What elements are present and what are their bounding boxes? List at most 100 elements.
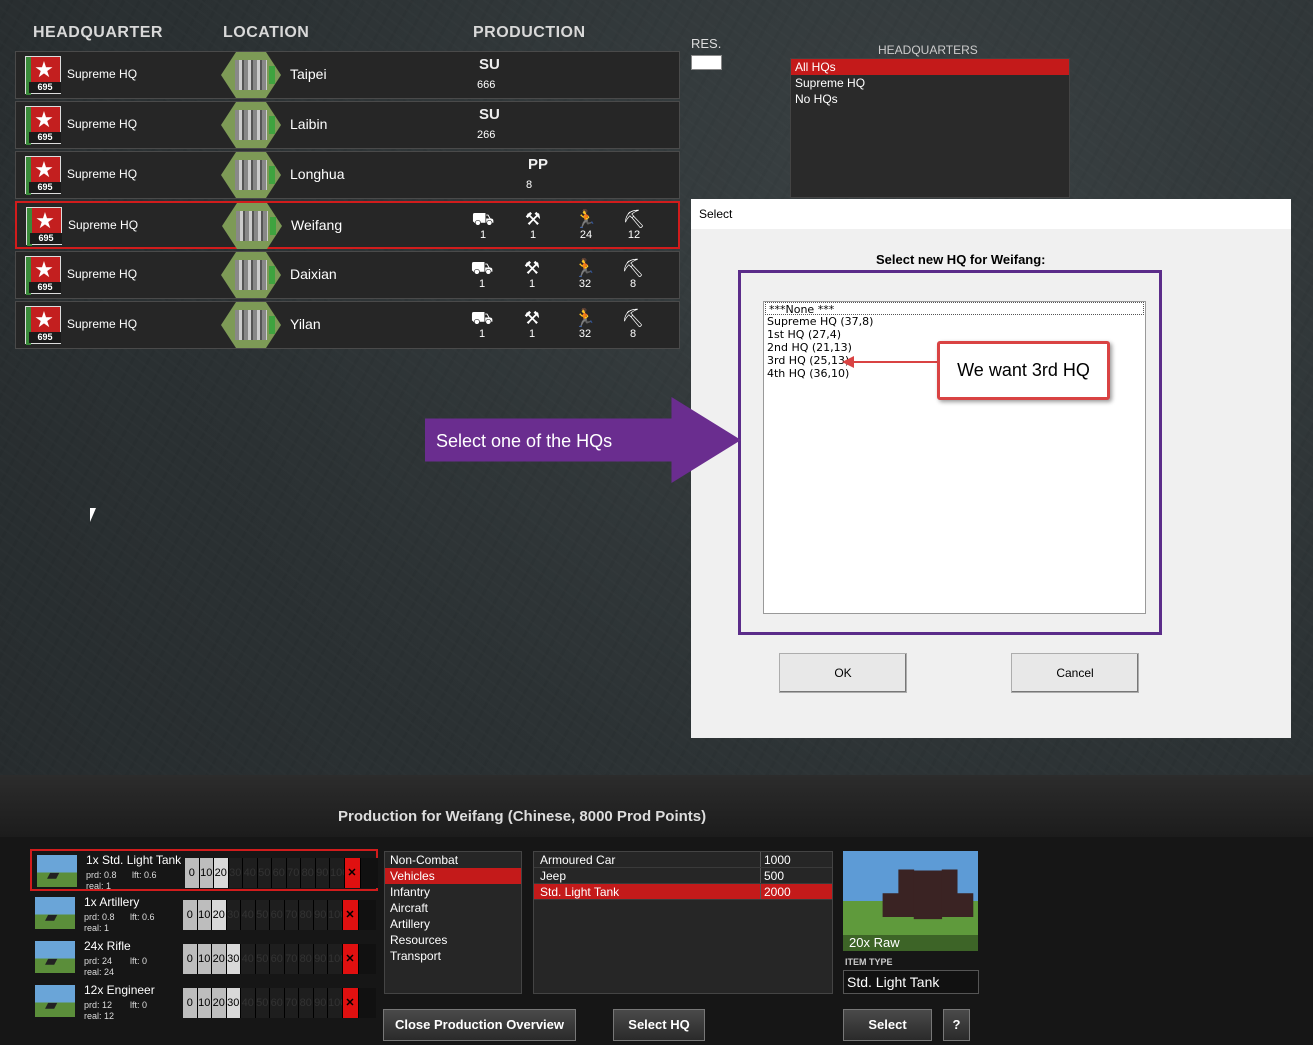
progress-cell[interactable]: 70 — [284, 900, 299, 930]
queue-row[interactable]: ▰ 1x Artillery prd: 0.8 lft: 0.6 real: 1… — [30, 893, 378, 935]
progress-cell[interactable]: 90 — [313, 900, 328, 930]
unit-count-value: 32 — [578, 278, 592, 290]
progress-cell[interactable]: 100 — [328, 944, 343, 974]
hq-name: Supreme HQ — [67, 167, 138, 181]
progress-cell[interactable]: 90 — [313, 944, 328, 974]
progress-cell[interactable]: 10 — [197, 900, 212, 930]
hq-name: Supreme HQ — [67, 317, 138, 331]
progress-cell[interactable]: 100 — [328, 988, 343, 1018]
progress-cell[interactable]: 80 — [299, 944, 314, 974]
progress-cell[interactable]: 100 — [330, 858, 345, 888]
progress-cell[interactable]: 40 — [241, 944, 256, 974]
progress-cell[interactable]: 70 — [284, 944, 299, 974]
progress-cell[interactable]: 80 — [299, 900, 314, 930]
progress-cell[interactable]: 90 — [313, 988, 328, 1018]
item-cost: 2000 — [764, 885, 791, 899]
res-toggle[interactable] — [691, 55, 722, 70]
remove-icon[interactable]: ✕ — [344, 858, 361, 888]
progress-cell[interactable]: 20 — [212, 944, 227, 974]
hq-filter-item[interactable]: No HQs — [791, 91, 1069, 107]
unit-count: ⛏ 12 — [619, 209, 649, 241]
progress-cell[interactable]: 70 — [284, 988, 299, 1018]
category-item[interactable]: Non-Combat — [385, 852, 521, 868]
progress-cell[interactable]: 50 — [255, 988, 270, 1018]
production-progress: 0102030405060708090100✕ — [183, 988, 376, 1018]
help-button[interactable]: ? — [943, 1009, 970, 1041]
progress-cell[interactable]: 10 — [197, 988, 212, 1018]
progress-cell[interactable]: 30 — [226, 900, 241, 930]
progress-cell[interactable]: 40 — [241, 900, 256, 930]
unit-icon: ▰ — [45, 909, 58, 926]
item-row[interactable]: Std. Light Tank 2000 — [534, 884, 832, 900]
unit-count-value: 1 — [478, 278, 486, 290]
progress-cell[interactable]: 0 — [183, 944, 198, 974]
category-item[interactable]: Infantry — [385, 884, 521, 900]
tank-icon: ▟█▙ — [883, 872, 973, 916]
category-item[interactable]: Aircraft — [385, 900, 521, 916]
progress-cell[interactable]: 50 — [255, 900, 270, 930]
queue-item-name: 1x Artillery — [84, 895, 140, 909]
progress-cell[interactable]: 0 — [183, 900, 198, 930]
progress-cell[interactable]: 70 — [286, 858, 301, 888]
item-row[interactable]: Jeep 500 — [534, 868, 832, 884]
remove-icon[interactable]: ✕ — [342, 900, 359, 930]
progress-cell[interactable]: 10 — [199, 858, 214, 888]
ok-button[interactable]: OK — [779, 653, 907, 693]
remove-icon[interactable]: ✕ — [342, 944, 359, 974]
hq-row[interactable]: ★ 695 Supreme HQ Weifang ⛟ 1 ⚒ 1 🏃 24 ⛏ 12 — [15, 201, 680, 249]
progress-cell[interactable]: 50 — [255, 944, 270, 974]
progress-cell[interactable]: 20 — [212, 988, 227, 1018]
progress-cell[interactable]: 40 — [241, 988, 256, 1018]
category-list[interactable]: Non-Combat Vehicles Infantry Aircraft Ar… — [384, 851, 522, 994]
close-production-overview-button[interactable]: Close Production Overview — [383, 1009, 576, 1041]
remove-icon[interactable]: ✕ — [342, 988, 359, 1018]
progress-cell[interactable]: 80 — [301, 858, 316, 888]
progress-cell[interactable]: 0 — [185, 858, 200, 888]
progress-cell[interactable]: 40 — [243, 858, 258, 888]
tank-icon: ⛟ — [471, 209, 495, 229]
progress-cell[interactable]: 60 — [270, 944, 285, 974]
category-item[interactable]: Vehicles — [385, 868, 521, 884]
progress-cell[interactable]: 90 — [315, 858, 330, 888]
item-list[interactable]: Armoured Car 1000 Jeep 500 Std. Light Tank… — [533, 851, 833, 994]
progress-cell[interactable]: 30 — [226, 988, 241, 1018]
hq-row[interactable]: ★ 695 Supreme HQ Laibin SU 266 — [15, 101, 680, 149]
hq-badge-number: 695 — [29, 82, 61, 93]
hq-filter-item[interactable]: All HQs — [791, 59, 1069, 75]
select-hq-button[interactable]: Select HQ — [613, 1009, 705, 1041]
progress-cell[interactable]: 60 — [270, 900, 285, 930]
item-row[interactable]: Armoured Car 1000 — [534, 852, 832, 868]
progress-cell[interactable]: 50 — [257, 858, 272, 888]
cancel-button[interactable]: Cancel — [1011, 653, 1139, 693]
progress-cell[interactable]: 80 — [299, 988, 314, 1018]
queue-row[interactable]: ▰ 12x Engineer prd: 12 lft: 0 real: 12 0… — [30, 981, 378, 1023]
progress-cell[interactable]: 20 — [212, 900, 227, 930]
location-name: Longhua — [290, 166, 345, 182]
hq-row[interactable]: ★ 695 Supreme HQ Longhua PP 8 — [15, 151, 680, 199]
select-button[interactable]: Select — [843, 1009, 932, 1041]
progress-cell[interactable]: 30 — [228, 858, 243, 888]
queue-row[interactable]: ▰ 24x Rifle prd: 24 lft: 0 real: 24 0 10 2… — [30, 937, 378, 979]
progress-cell[interactable]: 0 — [183, 988, 198, 1018]
category-item[interactable]: Resources — [385, 932, 521, 948]
progress-cell[interactable]: 30 — [226, 944, 241, 974]
progress-cell[interactable]: 60 — [270, 988, 285, 1018]
progress-cell[interactable]: 60 — [272, 858, 287, 888]
hq-row[interactable]: ★ 695 Supreme HQ Yilan ⛟ 1 ⚒ 1 🏃 32 ⛏ 8 — [15, 301, 680, 349]
queue-row[interactable]: ▰ 1x Std. Light Tank prd: 0.8 lft: 0.6 r… — [30, 849, 378, 891]
progress-cell[interactable]: 10 — [197, 944, 212, 974]
hq-badge: ★ 695 — [25, 156, 61, 195]
queue-real: real: 24 — [84, 967, 115, 977]
production-type: SU — [479, 106, 500, 123]
hq-filter-item[interactable]: Supreme HQ — [791, 75, 1069, 91]
progress-cell[interactable]: 20 — [214, 858, 229, 888]
hq-row[interactable]: ★ 695 Supreme HQ Daixian ⛟ 1 ⚒ 1 🏃 32 ⛏ 8 — [15, 251, 680, 299]
category-item[interactable]: Artillery — [385, 916, 521, 932]
hq-row[interactable]: ★ 695 Supreme HQ Taipei SU 666 — [15, 51, 680, 99]
category-item[interactable]: Transport — [385, 948, 521, 964]
queue-item-name: 24x Rifle — [84, 939, 131, 953]
progress-cell[interactable]: 100 — [328, 900, 343, 930]
location-name: Laibin — [290, 116, 328, 132]
hq-filter-list[interactable]: All HQs Supreme HQ No HQs — [790, 58, 1070, 198]
star-icon: ★ — [34, 157, 54, 182]
